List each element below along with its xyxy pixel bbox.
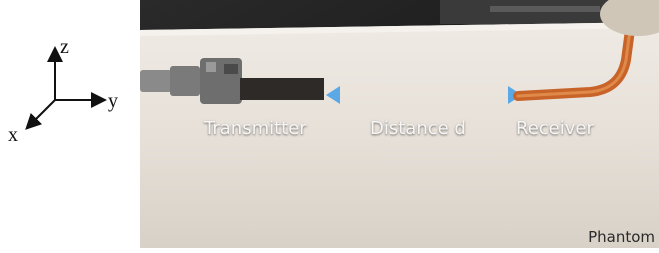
x-axis-arrow	[25, 99, 56, 130]
coordinate-axes-diagram: z y x	[0, 0, 140, 248]
transmitter-cable	[140, 70, 172, 92]
distance-label: Distance d	[370, 118, 466, 139]
equipment-detail	[490, 6, 600, 12]
transmitter-screw	[206, 62, 216, 72]
y-axis-label: y	[108, 90, 118, 112]
x-axis-label: x	[8, 124, 18, 146]
transmitter-clamp	[224, 64, 238, 74]
transmitter-connector	[170, 66, 200, 96]
transmitter-probe	[240, 78, 324, 100]
receiver-label: Receiver	[516, 118, 594, 139]
z-axis-label: z	[60, 36, 69, 58]
phantom-label: Phantom	[588, 228, 655, 246]
axes-svg	[25, 46, 107, 130]
transmitter-label: Transmitter	[204, 118, 307, 139]
experiment-photo: Transmitter Distance d Receiver Phantom	[140, 0, 659, 248]
